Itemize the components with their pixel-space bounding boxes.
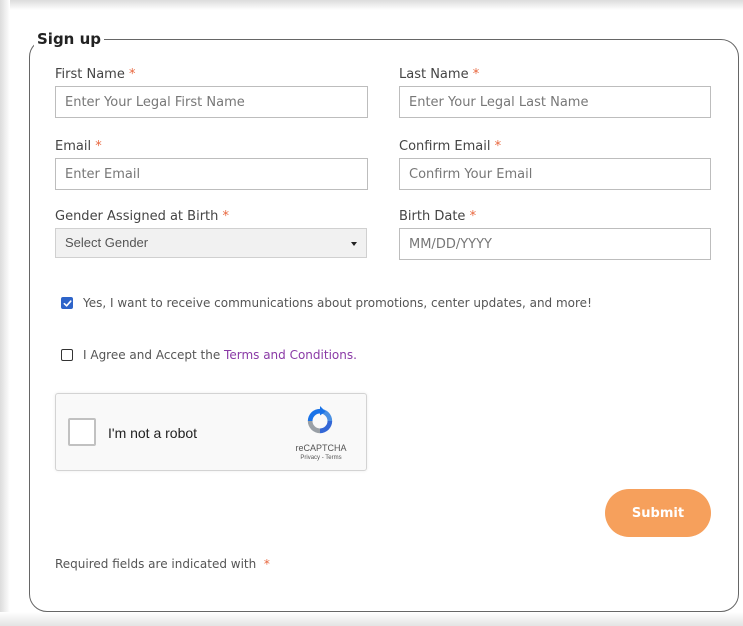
birth-date-label: Birth Date * xyxy=(399,209,476,224)
form-title: Sign up xyxy=(37,30,101,48)
required-asterisk: * xyxy=(469,209,477,224)
recaptcha-privacy-terms[interactable]: Privacy - Terms xyxy=(288,455,354,461)
birth-date-input[interactable] xyxy=(399,228,711,260)
confirm-email-label: Confirm Email * xyxy=(399,139,501,154)
email-label: Email * xyxy=(55,139,102,154)
confirm-email-input[interactable] xyxy=(399,158,711,190)
required-asterisk: * xyxy=(128,67,136,82)
first-name-input[interactable] xyxy=(55,86,368,118)
first-name-label-text: First Name xyxy=(55,67,125,82)
submit-button[interactable]: Submit xyxy=(605,489,711,537)
checkmark-icon xyxy=(63,299,72,307)
communications-checkbox[interactable] xyxy=(61,297,73,309)
required-asterisk: * xyxy=(222,209,230,224)
first-name-label: First Name * xyxy=(55,67,135,82)
window-left-shadow xyxy=(0,0,10,626)
terms-option[interactable]: I Agree and Accept the Terms and Conditi… xyxy=(61,348,357,362)
birth-date-label-text: Birth Date xyxy=(399,209,466,224)
gender-label: Gender Assigned at Birth * xyxy=(55,209,229,224)
recaptcha-logo-icon xyxy=(307,406,333,434)
required-asterisk: * xyxy=(263,557,270,571)
last-name-label-text: Last Name xyxy=(399,67,469,82)
recaptcha-widget: I'm not a robot reCAPTCHA Privacy - Term… xyxy=(55,393,367,471)
required-fields-note-text: Required fields are indicated with xyxy=(55,557,261,571)
gender-label-text: Gender Assigned at Birth xyxy=(55,209,219,224)
communications-label: Yes, I want to receive communications ab… xyxy=(83,296,592,310)
chevron-down-icon xyxy=(351,242,357,246)
window-top-shadow xyxy=(0,0,743,10)
required-asterisk: * xyxy=(472,67,480,82)
terms-checkbox[interactable] xyxy=(61,349,73,361)
window-bottom-shadow xyxy=(0,612,743,626)
terms-suffix: . xyxy=(353,348,357,362)
gender-select[interactable]: Select Gender xyxy=(55,228,367,258)
gender-select-value: Select Gender xyxy=(65,235,149,250)
required-fields-note: Required fields are indicated with * xyxy=(55,557,270,571)
email-label-text: Email xyxy=(55,139,92,154)
terms-prefix: I Agree and Accept the xyxy=(83,348,225,362)
required-asterisk: * xyxy=(95,139,102,154)
terms-link[interactable]: Terms and Conditions xyxy=(224,348,353,362)
recaptcha-checkbox[interactable] xyxy=(68,418,96,446)
recaptcha-brand: reCAPTCHA xyxy=(295,443,347,453)
email-input[interactable] xyxy=(55,158,368,190)
confirm-email-label-text: Confirm Email xyxy=(399,139,491,154)
last-name-input[interactable] xyxy=(399,86,711,118)
required-asterisk: * xyxy=(494,139,502,154)
communications-option[interactable]: Yes, I want to receive communications ab… xyxy=(61,296,592,310)
recaptcha-label: I'm not a robot xyxy=(108,425,198,441)
last-name-label: Last Name * xyxy=(399,67,479,82)
